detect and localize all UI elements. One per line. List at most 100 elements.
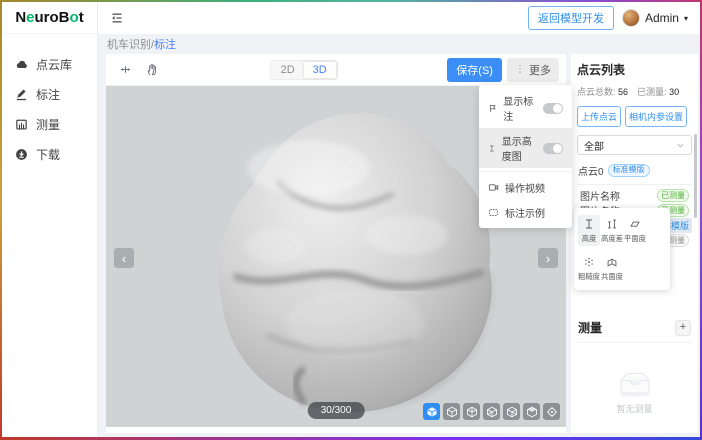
canvas-panel: 2D 3D 保存(S) ⋮ 更多 (106, 54, 566, 433)
show-annotation-toggle[interactable] (543, 103, 563, 114)
sidebar-item-label: 下载 (36, 146, 60, 163)
cube-back-icon (466, 406, 478, 418)
tool-coplanarity[interactable]: 共面度 (601, 253, 623, 284)
hand-grab-icon[interactable] (145, 62, 160, 77)
filter-selected-value: 全部 (584, 138, 604, 153)
logo-part: N (15, 9, 26, 26)
mode-3d-button[interactable]: 3D (304, 62, 336, 78)
save-group: 保存(S) ⋮ 更多 (447, 58, 559, 82)
breadcrumb-current: 标注 (154, 39, 176, 51)
more-button[interactable]: ⋮ 更多 (507, 58, 559, 82)
avatar (622, 9, 640, 27)
chevron-down-icon (676, 141, 685, 150)
menu-item-label: 操作视频 (505, 180, 545, 195)
menu-fold-icon[interactable] (110, 11, 124, 25)
next-image-button[interactable]: › (538, 248, 558, 268)
content-area: 机车识别/标注 (98, 34, 700, 437)
tool-flatness[interactable]: 平面度 (624, 215, 646, 246)
sidebar: NeuroBot 点云库 标注 测量 下载 (2, 2, 98, 437)
prev-image-button[interactable]: ‹ (114, 248, 134, 268)
menu-divider (479, 171, 572, 172)
template-tag: 标准模版 (608, 164, 650, 177)
show-heightmap-toggle[interactable] (543, 143, 563, 154)
add-measure-button[interactable]: + (675, 320, 691, 336)
view-preset-buttons (423, 403, 560, 420)
username-label: Admin (645, 11, 679, 25)
view-cube-top-button[interactable] (523, 403, 540, 420)
dashed-frame-icon (488, 207, 499, 218)
empty-state: 暂无测量 (577, 368, 692, 415)
panel-actions: 上传点云 相机内参设置 (577, 106, 692, 127)
view-cube-front-button[interactable] (443, 403, 460, 420)
pointcloud-item[interactable]: 点云0 标准模版 (577, 162, 692, 185)
sidebar-item-download[interactable]: 下载 (2, 140, 97, 169)
header-right: 返回模型开发 Admin ▾ (528, 6, 688, 30)
menu-item-show-annotation[interactable]: 显示标注 (479, 88, 572, 128)
locate-center-button[interactable] (543, 403, 560, 420)
caret-down-icon: ▾ (684, 14, 688, 23)
coplanarity-icon (606, 256, 618, 268)
tool-label: 粗糙度 (577, 271, 599, 281)
mode-2d-button[interactable]: 2D (272, 62, 304, 78)
sidebar-item-label: 测量 (36, 116, 60, 133)
view-cube-back-button[interactable] (463, 403, 480, 420)
menu-item-label: 显示高度图 (502, 133, 537, 163)
pan-move-icon[interactable] (118, 62, 133, 77)
stat-total: 点云总数: 56 (577, 85, 628, 98)
cube-right-icon (506, 406, 518, 418)
back-to-model-dev-button[interactable]: 返回模型开发 (528, 6, 614, 30)
list-scrollbar[interactable] (694, 134, 697, 218)
view-cube-right-button[interactable] (503, 403, 520, 420)
measured-badge: 已测量 (657, 189, 689, 202)
tool-roughness[interactable]: 粗糙度 (578, 253, 600, 284)
breadcrumb-parent[interactable]: 机车识别 (107, 39, 151, 51)
cube-front-icon (446, 406, 458, 418)
breadcrumb: 机车识别/标注 (106, 36, 698, 54)
chevron-right-icon: › (546, 252, 550, 265)
tool-label: 高度差 (600, 233, 622, 243)
filter-select[interactable]: 全部 (577, 135, 692, 155)
measure-section-header: 测量 + (577, 317, 692, 343)
menu-item-label: 显示标注 (503, 93, 537, 123)
stat-measured: 已测量: 30 (637, 85, 679, 98)
app-logo: NeuroBot (2, 2, 97, 34)
panel-title: 点云列表 (577, 61, 692, 78)
tool-label: 平面度 (623, 233, 645, 243)
tool-icons (118, 62, 160, 77)
cube-iso-icon (426, 406, 438, 418)
view-cube-left-button[interactable] (483, 403, 500, 420)
tool-height-diff[interactable]: 高度差 (601, 215, 623, 246)
image-list-item[interactable]: 图片名称 已测量 (577, 188, 692, 203)
main-area: 返回模型开发 Admin ▾ 机车识别/标注 (98, 2, 700, 437)
image-name: 图片名称 (580, 188, 620, 203)
camera-intrinsics-button[interactable]: 相机内参设置 (625, 106, 687, 127)
menu-item-tutorial-video[interactable]: 操作视频 (479, 175, 572, 200)
upload-pointcloud-button[interactable]: 上传点云 (577, 106, 621, 127)
tool-height[interactable]: 高度 (578, 215, 600, 246)
menu-item-show-heightmap[interactable]: 显示高度图 (479, 128, 572, 168)
flatness-icon (629, 218, 641, 230)
sidebar-item-annotate[interactable]: 标注 (2, 80, 97, 109)
view-mode-toggle: 2D 3D (270, 60, 338, 80)
tool-label: 高度 (581, 233, 596, 243)
measure-tools-popup: 高度 高度差 平面度 (574, 208, 670, 290)
logo-gear-e: e (26, 9, 34, 26)
stat-label: 点云总数: (577, 87, 616, 97)
user-menu[interactable]: Admin ▾ (622, 9, 688, 27)
view-cube-iso-button[interactable] (423, 403, 440, 420)
app-window: NeuroBot 点云库 标注 测量 下载 (0, 0, 702, 440)
menu-item-annotation-example[interactable]: 标注示例 (479, 200, 572, 225)
height-tool-icon (583, 218, 595, 230)
sidebar-item-measure[interactable]: 测量 (2, 110, 97, 139)
sidebar-item-pointcloud-library[interactable]: 点云库 (2, 50, 97, 79)
save-button[interactable]: 保存(S) (447, 58, 502, 82)
sidebar-item-label: 标注 (36, 86, 60, 103)
stat-label: 已测量: (637, 87, 667, 97)
pointcloud-panel: 点云列表 点云总数: 56 已测量: 30 上传点云 相机内参设置 全部 (571, 54, 698, 433)
tool-label: 共面度 (600, 271, 622, 281)
cube-left-icon (486, 406, 498, 418)
more-dots-icon: ⋮ (515, 64, 525, 75)
height-icon (488, 143, 496, 154)
cloud-icon (15, 58, 28, 71)
cube-top-icon (526, 406, 538, 418)
